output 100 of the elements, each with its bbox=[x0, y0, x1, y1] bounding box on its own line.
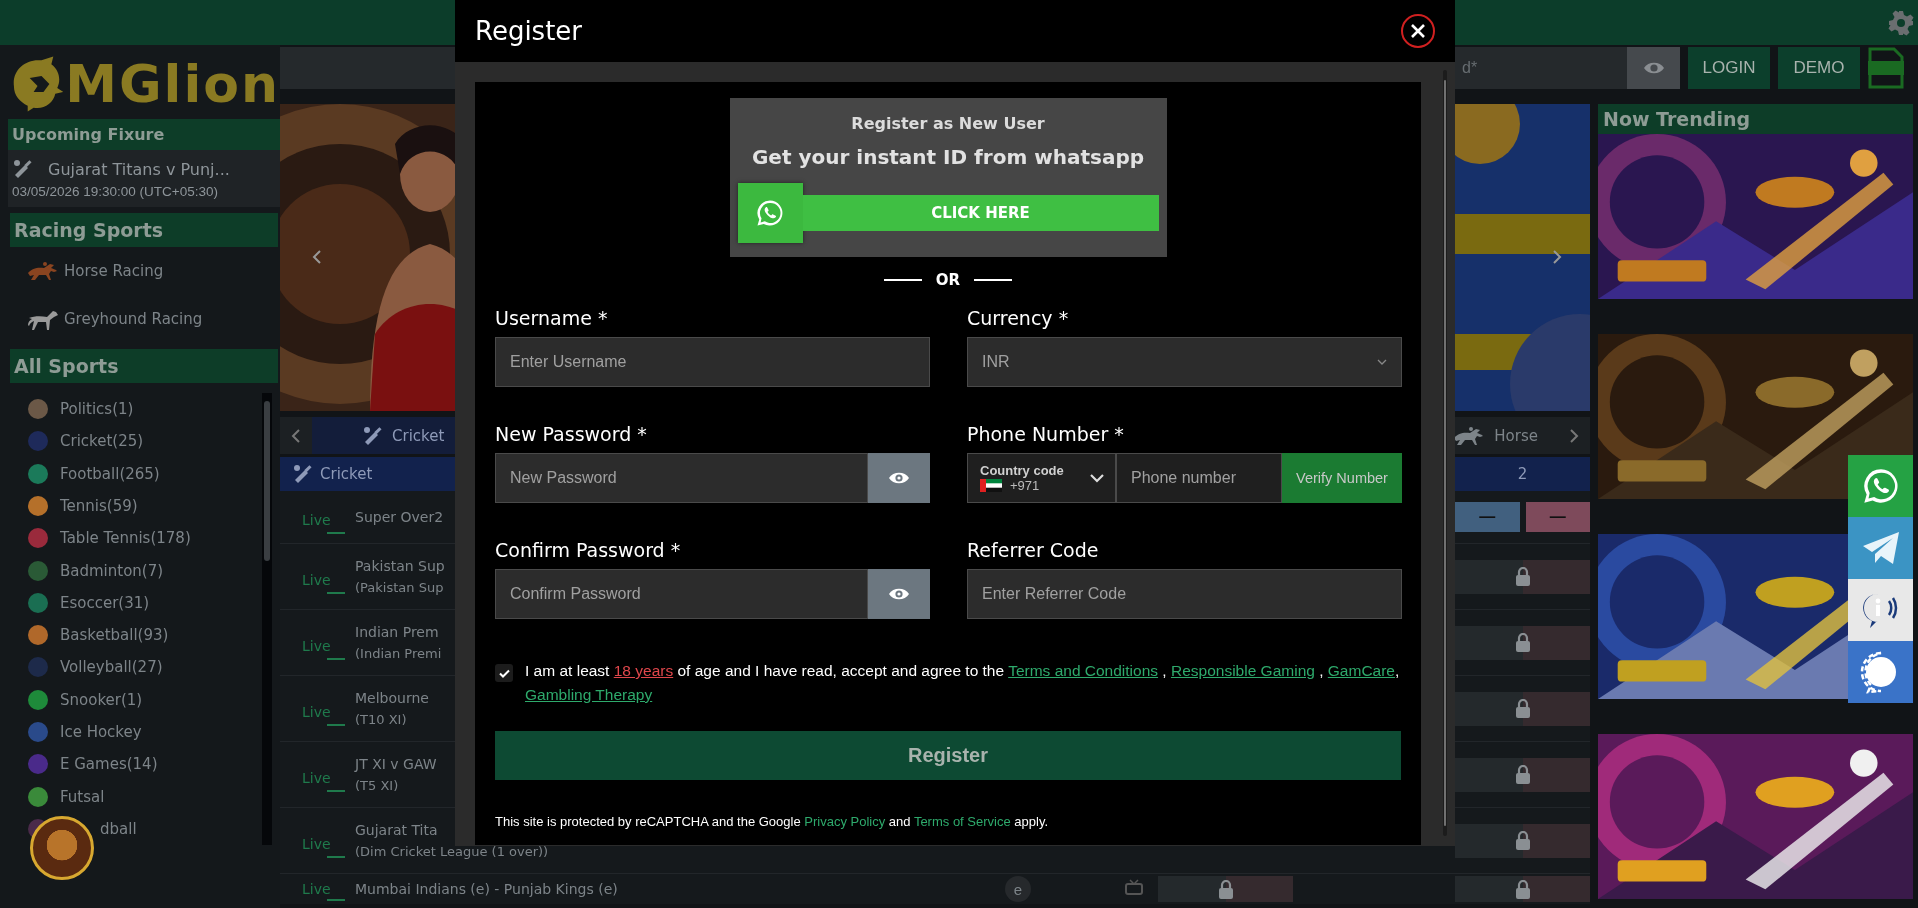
back-odds-button[interactable]: — bbox=[1455, 502, 1520, 532]
league-name: (T5 XI) bbox=[355, 778, 399, 793]
file-icon[interactable] bbox=[1868, 47, 1904, 89]
logo-text: MGlion bbox=[65, 54, 280, 114]
currency-select[interactable]: INR bbox=[967, 337, 1402, 387]
fixture-card[interactable]: Gujarat Titans v Punj... 03/05/2026 19:30:00 (UTC+05:30) bbox=[8, 150, 280, 207]
scrollbar[interactable] bbox=[1443, 70, 1447, 836]
whatsapp-button[interactable] bbox=[1848, 455, 1913, 517]
recaptcha-notice: This site is protected by reCAPTCHA and the Google Privacy Policy and Terms of Service apply. bbox=[495, 814, 1050, 829]
section-header: Now Trending bbox=[1598, 104, 1913, 134]
phone-field[interactable]: Phone number bbox=[1116, 453, 1282, 503]
link[interactable]: Terms of Service bbox=[913, 814, 1011, 829]
league-name: (Pakistan Sup bbox=[355, 580, 444, 595]
sidebar-item[interactable]: Esoccer(31) bbox=[60, 593, 150, 612]
chevron-right-icon bbox=[1569, 427, 1579, 444]
dialog-title: Register bbox=[475, 16, 583, 46]
sidebar-item[interactable]: Greyhound Racing bbox=[64, 310, 203, 328]
match-name[interactable]: Indian Prem bbox=[355, 624, 439, 640]
match-name[interactable]: Mumbai Indians (e) - Punjab Kings (e) bbox=[355, 881, 618, 897]
sidebar-item[interactable]: Basketball(93) bbox=[60, 626, 169, 645]
flag-icon bbox=[980, 479, 1002, 492]
info-button[interactable] bbox=[1848, 579, 1913, 641]
verify-button[interactable]: Verify Number bbox=[1282, 453, 1402, 503]
e-badge: e bbox=[1005, 876, 1031, 902]
show-password-button[interactable] bbox=[1627, 47, 1680, 89]
sidebar-item[interactable]: Football(265) bbox=[60, 464, 160, 483]
match-name[interactable]: JT XI v GAW bbox=[355, 756, 437, 772]
sidebar-item[interactable]: E Games(14) bbox=[60, 755, 158, 774]
chevron-right-icon bbox=[1552, 249, 1562, 265]
sidebar-item[interactable]: Politics(1) bbox=[60, 400, 134, 419]
chat-button[interactable] bbox=[1848, 641, 1913, 703]
lock-icon bbox=[1514, 567, 1531, 586]
sidebar-item[interactable]: Tennis(59) bbox=[60, 497, 138, 515]
scroll-right-button[interactable] bbox=[1558, 417, 1590, 454]
sidebar-item[interactable]: Volleyball(27) bbox=[60, 658, 163, 677]
telegram-button[interactable] bbox=[1848, 517, 1913, 579]
register-button[interactable]: Register bbox=[495, 731, 1401, 780]
cricket-bat-icon bbox=[362, 424, 384, 447]
field-label: Username * bbox=[495, 307, 609, 329]
scroll-left-button[interactable] bbox=[280, 417, 312, 454]
link[interactable]: Terms and Conditions bbox=[1008, 662, 1159, 679]
lock-icon bbox=[1514, 765, 1531, 784]
show-password-button[interactable] bbox=[868, 453, 930, 503]
chevron-left-icon bbox=[291, 427, 301, 444]
link[interactable]: Privacy Policy bbox=[804, 814, 886, 829]
sidebar-item[interactable]: Snooker(1) bbox=[60, 690, 143, 709]
market-title: Cricket bbox=[320, 465, 373, 483]
match-name[interactable]: Pakistan Sup bbox=[355, 558, 445, 574]
sidebar-item[interactable]: Ice Hockey bbox=[60, 722, 142, 741]
sidebar-item[interactable]: Futsal bbox=[60, 787, 105, 806]
sidebar-item[interactable]: Horse Racing bbox=[64, 262, 164, 280]
cricket-bat-icon bbox=[12, 158, 34, 180]
column-header: 2 bbox=[1516, 465, 1529, 483]
sidebar-item[interactable]: Table Tennis(178) bbox=[60, 529, 191, 548]
scrollbar[interactable] bbox=[262, 393, 272, 845]
lock-icon bbox=[1514, 879, 1531, 899]
checkmark-icon bbox=[498, 668, 510, 678]
sidebar-item[interactable]: Badminton(7) bbox=[60, 561, 164, 580]
match-name[interactable]: Super Over2 bbox=[355, 509, 444, 525]
sidebar-item[interactable]: dball bbox=[100, 819, 137, 838]
eye-icon bbox=[888, 471, 910, 485]
match-name[interactable]: Melbourne bbox=[355, 690, 429, 706]
link[interactable]: Gambling Therapy bbox=[525, 686, 653, 703]
lay-odds-button[interactable]: — bbox=[1525, 502, 1590, 532]
settings-icon[interactable] bbox=[1888, 9, 1914, 36]
country-code-select[interactable]: Country code +971 bbox=[967, 453, 1116, 503]
section-header: Upcoming Fixure bbox=[8, 119, 280, 150]
section-header: Racing Sports bbox=[10, 213, 278, 247]
input-field[interactable]: Enter Username bbox=[495, 337, 930, 387]
match-name[interactable]: Gujarat Tita bbox=[355, 822, 438, 838]
password-field[interactable]: New Password bbox=[495, 453, 868, 503]
greyhound-icon bbox=[26, 308, 60, 330]
chevron-down-icon bbox=[1089, 473, 1105, 483]
whatsapp-icon bbox=[755, 198, 785, 228]
demo-button[interactable]: DEMO bbox=[1778, 47, 1860, 89]
eye-icon bbox=[1642, 61, 1665, 75]
lock-icon bbox=[1217, 879, 1234, 899]
field-label: Currency * bbox=[967, 307, 1070, 329]
age-link[interactable]: 18 years bbox=[613, 662, 674, 679]
close-button[interactable] bbox=[1401, 14, 1435, 48]
chevron-down-icon bbox=[1377, 359, 1387, 365]
field-label: Phone Number * bbox=[967, 423, 1125, 445]
close-icon bbox=[1410, 23, 1426, 39]
show-password-button[interactable] bbox=[868, 569, 930, 619]
input-field[interactable]: Enter Referrer Code bbox=[967, 569, 1402, 619]
link[interactable]: GamCare bbox=[1327, 662, 1395, 679]
promo-subtitle: Get your instant ID from whatsapp bbox=[751, 145, 1145, 169]
sidebar-item[interactable]: Cricket(25) bbox=[60, 432, 144, 451]
click-here-button[interactable]: CLICK HERE bbox=[802, 195, 1159, 231]
sport-tab[interactable]: Cricket bbox=[312, 417, 457, 454]
password-field[interactable]: Confirm Password bbox=[495, 569, 868, 619]
fixture-time: 03/05/2026 19:30:00 (UTC+05:30) bbox=[12, 184, 220, 199]
league-name: (Dim Cricket League (1 over)) bbox=[355, 844, 549, 859]
chevron-left-icon bbox=[312, 249, 322, 265]
checkbox[interactable] bbox=[495, 664, 513, 682]
login-button[interactable]: LOGIN bbox=[1688, 47, 1770, 89]
cricket-bat-icon bbox=[292, 463, 314, 485]
promo-title: Register as New User bbox=[851, 114, 1045, 133]
whatsapp-badge[interactable] bbox=[737, 183, 803, 243]
link[interactable]: Responsible Gaming bbox=[1171, 662, 1315, 679]
